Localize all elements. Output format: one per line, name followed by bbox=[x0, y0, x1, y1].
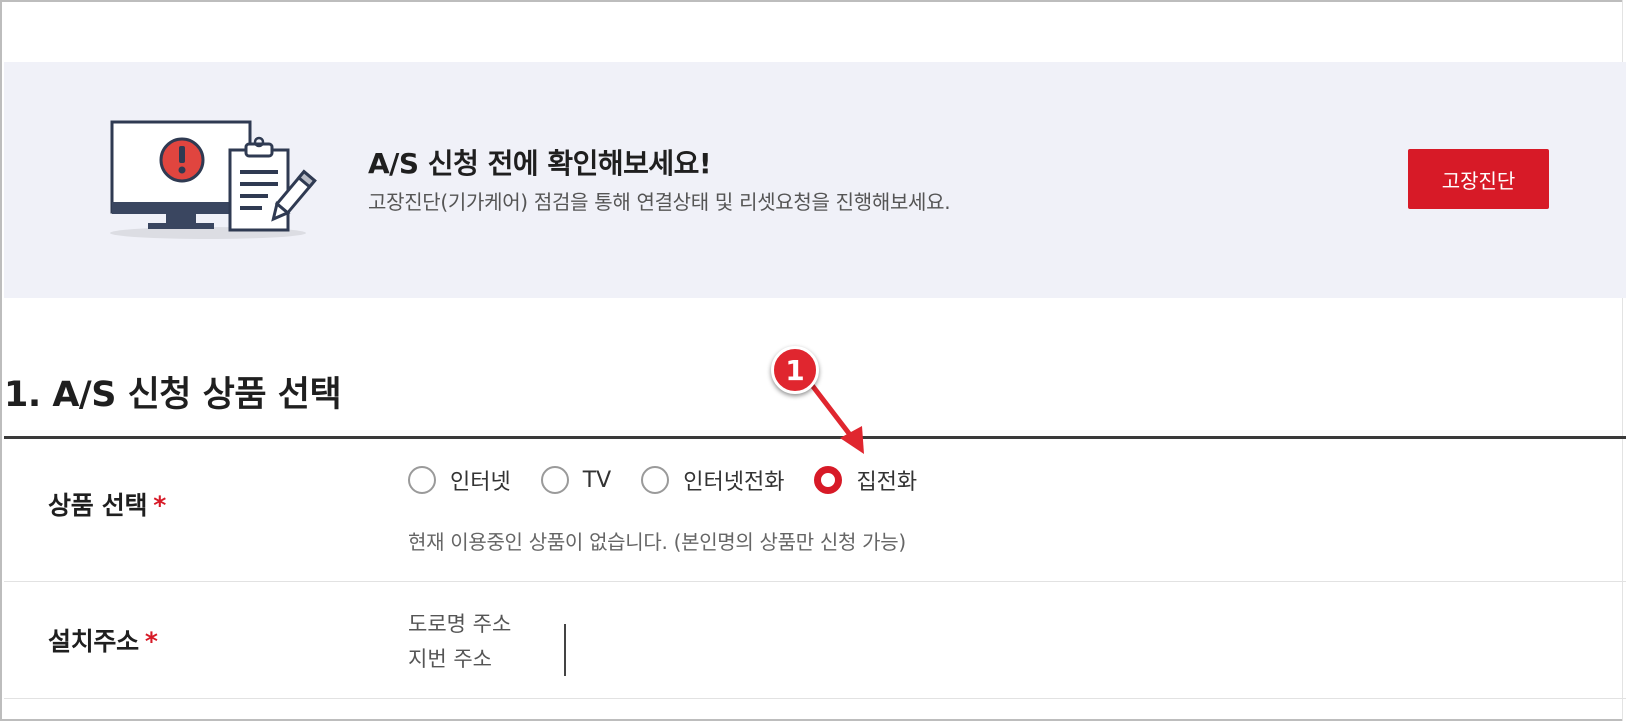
radio-label-internet: 인터넷 bbox=[450, 470, 511, 495]
radio-internet-phone[interactable] bbox=[641, 466, 670, 494]
road-address-label: 도로명 주소 bbox=[408, 612, 512, 636]
radio-option-internet-phone[interactable]: 인터넷전화 bbox=[641, 464, 784, 496]
radio-tv[interactable] bbox=[540, 466, 569, 494]
banner-description: 고장진단(기가케어) 점검을 통해 연결상태 및 리셋요청을 진행해보세요. bbox=[368, 190, 951, 214]
banner-title: A/S 신청 전에 확인해보세요! bbox=[368, 147, 712, 180]
product-note: 현재 이용중인 상품이 없습니다. (본인명의 상품만 신청 가능) bbox=[408, 530, 906, 554]
radio-label-home-phone: 집전화 bbox=[856, 470, 918, 495]
row-divider bbox=[4, 698, 1626, 699]
diagnosis-banner: A/S 신청 전에 확인해보세요! 고장진단(기가케어) 점검을 통해 연결상태… bbox=[4, 62, 1626, 298]
monitor-alert-clipboard-icon bbox=[110, 120, 317, 239]
radio-internet[interactable] bbox=[408, 466, 436, 494]
radio-home-phone[interactable] bbox=[814, 466, 843, 494]
radio-option-tv[interactable]: TV bbox=[540, 466, 612, 494]
fault-diagnosis-button[interactable]: 고장진단 bbox=[1408, 149, 1549, 209]
text-caret bbox=[564, 624, 566, 676]
annotation-step-badge: 1 bbox=[771, 346, 819, 394]
radio-option-home-phone[interactable]: 집전화 bbox=[814, 464, 917, 496]
product-select-label-text: 상품 선택 bbox=[48, 491, 148, 520]
install-address-label-text: 설치주소 bbox=[48, 627, 139, 656]
product-radio-group: 인터넷 TV 인터넷전화 집전화 bbox=[408, 464, 947, 496]
product-select-label: 상품 선택 * bbox=[48, 486, 166, 522]
lot-address-label: 지번 주소 bbox=[408, 647, 492, 671]
radio-label-internet-phone: 인터넷전화 bbox=[683, 470, 785, 495]
install-address-label: 설치주소 * bbox=[48, 622, 158, 658]
section-title: 1. A/S 신청 상품 선택 bbox=[4, 375, 342, 415]
radio-label-tv: TV bbox=[582, 467, 612, 493]
row-divider bbox=[4, 581, 1626, 582]
required-mark: * bbox=[144, 627, 158, 656]
radio-option-internet[interactable]: 인터넷 bbox=[408, 464, 511, 496]
required-mark: * bbox=[153, 491, 166, 520]
